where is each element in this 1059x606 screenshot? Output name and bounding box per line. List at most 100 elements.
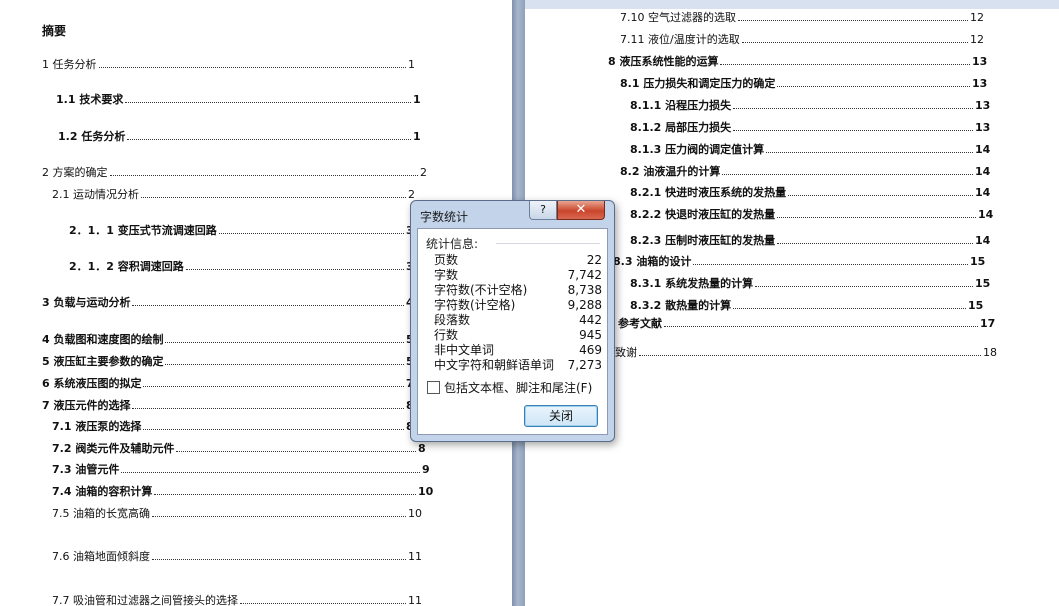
toc-leader-dots bbox=[176, 447, 416, 452]
toc-entry-title: 8 液压系统性能的运算 bbox=[608, 55, 719, 68]
toc-entry-title: 致谢 bbox=[615, 346, 637, 359]
toc-page-number: 12 bbox=[970, 11, 984, 24]
include-textboxes-label: 包括文本框、脚注和尾注(F) bbox=[444, 381, 593, 395]
toc-leader-dots bbox=[693, 260, 968, 265]
toc-page-number: 14 bbox=[975, 234, 991, 247]
toc-entry-title: 1.2 任务分析 bbox=[58, 130, 126, 143]
close-icon[interactable]: ✕ bbox=[557, 201, 605, 220]
toc-entry-title: 8.1 压力损失和调定压力的确定 bbox=[620, 77, 776, 90]
stat-label: 中文字符和朝鲜语单词 bbox=[434, 358, 555, 372]
toc-leader-dots bbox=[777, 82, 970, 87]
toc-page-number: 14 bbox=[975, 186, 991, 199]
toc-entry-title: 8.3 油箱的设计 bbox=[613, 255, 692, 268]
section-divider bbox=[496, 243, 600, 244]
toc-entry-title: 参考文献 bbox=[618, 317, 662, 330]
toc-page-number: 1 bbox=[413, 93, 421, 106]
include-textboxes-checkbox[interactable] bbox=[427, 381, 440, 394]
toc-entry-title: 7.6 油箱地面倾斜度 bbox=[52, 550, 150, 563]
toc-leader-dots bbox=[143, 382, 404, 387]
toc-page-number: 14 bbox=[975, 143, 991, 156]
toc-page-number: 15 bbox=[968, 299, 984, 312]
toc-leader-dots bbox=[788, 191, 973, 196]
word-count-dialog: 字数统计 ? ✕ 统计信息: 页数 22 字数 7,742 字符数(不计空格) 8,738… bbox=[410, 200, 615, 442]
close-button[interactable]: 关闭 bbox=[524, 405, 598, 427]
toc-entry-title: 7.3 油管元件 bbox=[52, 463, 120, 476]
toc-entry-title: 3 负载与运动分析 bbox=[42, 296, 131, 309]
stat-value: 945 bbox=[579, 328, 602, 342]
stat-label: 字数 bbox=[434, 268, 459, 282]
toc-leader-dots bbox=[722, 170, 973, 175]
toc-leader-dots bbox=[99, 63, 406, 68]
toc-leader-dots bbox=[664, 322, 978, 327]
toc-entry-title: 7.7 吸油管和过滤器之间管接头的选择 bbox=[52, 594, 238, 606]
stat-row: 字符数(计空格) 9,288 bbox=[434, 298, 602, 313]
toc-entry-title: 1 任务分析 bbox=[42, 58, 97, 71]
toc-leader-dots bbox=[639, 351, 981, 356]
toc-entry-title: 8.2.2 快退时液压缸的发热量 bbox=[630, 208, 776, 221]
toc-page-number: 15 bbox=[975, 277, 991, 290]
toc-entry-title: 7.1 液压泵的选择 bbox=[52, 420, 142, 433]
toc-entry-title: 2 方案的确定 bbox=[42, 166, 108, 179]
stat-row: 段落数 442 bbox=[434, 313, 602, 328]
toc-page-number: 18 bbox=[983, 346, 997, 359]
toc-entry-title: 8.1.3 压力阀的调定值计算 bbox=[630, 143, 765, 156]
toc-page-number: 13 bbox=[975, 99, 991, 112]
stat-value: 7,742 bbox=[567, 268, 602, 282]
toc-entry-title: 1.1 技术要求 bbox=[56, 93, 124, 106]
toc-page-number: 10 bbox=[418, 485, 434, 498]
toc-page-number: 13 bbox=[972, 55, 988, 68]
toc-entry-title: 2.1 运动情况分析 bbox=[52, 188, 139, 201]
toc-page-number: 10 bbox=[408, 507, 422, 520]
toc-leader-dots bbox=[152, 512, 406, 517]
toc-entry-title: 7.2 阀类元件及辅助元件 bbox=[52, 442, 175, 455]
toc-entry-title: 8.2.3 压制时液压缸的发热量 bbox=[630, 234, 776, 247]
toc-leader-dots bbox=[154, 490, 416, 495]
toc-entry-title: 7.11 液位/温度计的选取 bbox=[620, 33, 740, 46]
toc-entry-title: 5 液压缸主要参数的确定 bbox=[42, 355, 164, 368]
toc-leader-dots bbox=[720, 60, 970, 65]
toc-leader-dots bbox=[777, 213, 976, 218]
stat-row: 行数 945 bbox=[434, 328, 602, 343]
toc-leader-dots bbox=[738, 16, 968, 21]
stat-label: 字符数(计空格) bbox=[434, 298, 516, 312]
toc-page-number: 13 bbox=[972, 77, 988, 90]
stat-row: 非中文单词 469 bbox=[434, 343, 602, 358]
stat-value: 442 bbox=[579, 313, 602, 327]
horizontal-ruler-right bbox=[525, 0, 1059, 9]
toc-entry-title: 2．1．2 容积调速回路 bbox=[69, 260, 184, 273]
toc-page-number: 2 bbox=[420, 166, 427, 179]
toc-entry-title: 7 液压元件的选择 bbox=[42, 399, 131, 412]
toc-page-number: 11 bbox=[408, 594, 422, 606]
stat-row: 页数 22 bbox=[434, 253, 602, 268]
toc-leader-dots bbox=[141, 193, 406, 198]
toc-page-number: 14 bbox=[978, 208, 994, 221]
stat-value: 22 bbox=[586, 253, 602, 267]
stat-label: 行数 bbox=[434, 328, 459, 342]
toc-leader-dots bbox=[165, 360, 404, 365]
dialog-body: 统计信息: 页数 22 字数 7,742 字符数(不计空格) 8,738 字符数(计空格) 9… bbox=[417, 228, 608, 435]
toc-entry-title: 8.1.1 沿程压力损失 bbox=[630, 99, 732, 112]
stat-label: 非中文单词 bbox=[434, 343, 495, 357]
toc-leader-dots bbox=[186, 265, 404, 270]
toc-leader-dots bbox=[219, 229, 404, 234]
toc-leader-dots bbox=[165, 338, 404, 343]
help-button[interactable]: ? bbox=[529, 201, 557, 220]
stat-row: 字数 7,742 bbox=[434, 268, 602, 283]
toc-leader-dots bbox=[152, 555, 406, 560]
toc-leader-dots bbox=[777, 239, 973, 244]
stat-value: 7,273 bbox=[567, 358, 602, 372]
toc-page-number: 13 bbox=[975, 121, 991, 134]
toc-leader-dots bbox=[110, 171, 418, 176]
toc-entry-title: 8.2 油液温升的计算 bbox=[620, 165, 721, 178]
toc-leader-dots bbox=[121, 468, 420, 473]
toc-leader-dots bbox=[742, 38, 968, 43]
toc-leader-dots bbox=[127, 135, 411, 140]
toc-leader-dots bbox=[143, 425, 404, 430]
toc-page-number: 1 bbox=[408, 58, 415, 71]
stat-value: 8,738 bbox=[567, 283, 602, 297]
toc-page-number: 8 bbox=[418, 442, 426, 455]
toc-entry-title: 8.3.2 散热量的计算 bbox=[630, 299, 732, 312]
toc-leader-dots bbox=[125, 98, 411, 103]
toc-leader-dots bbox=[733, 304, 966, 309]
toc-entry-title: 6 系统液压图的拟定 bbox=[42, 377, 142, 390]
